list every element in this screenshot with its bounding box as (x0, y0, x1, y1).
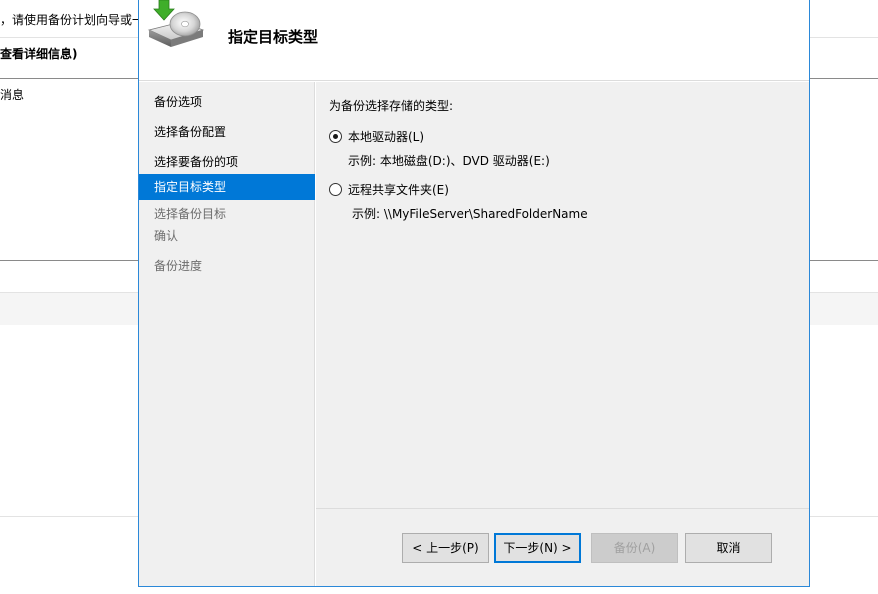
option-local-drive[interactable]: 本地驱动器(L) (329, 128, 424, 144)
next-button[interactable]: 下一步(N) > (494, 533, 581, 563)
local-drive-radio[interactable] (329, 129, 342, 143)
messages-label: 消息 (0, 88, 25, 102)
backup-drive-with-green-arrow-icon (145, 0, 205, 50)
step-backup-progress: 备份进度 (154, 259, 203, 273)
option-remote-shared-folder[interactable]: 远程共享文件夹(E) (329, 181, 449, 197)
wizard-header: 指定目标类型 (139, 0, 809, 81)
local-drive-example: 示例: 本地磁盘(D:)、DVD 驱动器(E:) (348, 154, 550, 168)
wizard-steps-nav: 备份选项 选择备份配置 选择要备份的项 指定目标类型 选择备份目标 确认 备份进… (139, 82, 315, 586)
wizard-footer: < 上一步(P) 下一步(N) > 备份(A) 取消 (316, 508, 809, 586)
remote-shared-folder-label[interactable]: 远程共享文件夹(E) (348, 181, 449, 198)
remote-shared-folder-example: 示例: \\MyFileServer\SharedFolderName (352, 207, 588, 221)
remote-shared-folder-radio[interactable] (329, 182, 342, 196)
step-specify-destination-type[interactable]: 指定目标类型 (139, 174, 315, 200)
details-header: 查看详细信息) (0, 47, 78, 61)
intro-text: ，请使用备份计划向导或一 (0, 13, 145, 27)
wizard-title: 指定目标类型 (228, 28, 319, 46)
local-drive-label[interactable]: 本地驱动器(L) (348, 128, 424, 145)
step-select-backup-config[interactable]: 选择备份配置 (139, 119, 315, 145)
backup-wizard-dialog: 指定目标类型 备份选项 选择备份配置 选择要备份的项 指定目标类型 选择备份目标… (138, 0, 810, 587)
step-select-items[interactable]: 选择要备份的项 (139, 149, 315, 175)
cancel-button[interactable]: 取消 (685, 533, 772, 563)
step-backup-options[interactable]: 备份选项 (139, 89, 315, 115)
wizard-content: 为备份选择存储的类型: 本地驱动器(L) 示例: 本地磁盘(D:)、DVD 驱动… (316, 82, 809, 508)
previous-button[interactable]: < 上一步(P) (402, 533, 489, 563)
backup-button: 备份(A) (591, 533, 678, 563)
step-confirm: 确认 (154, 229, 179, 243)
storage-type-prompt: 为备份选择存储的类型: (329, 99, 454, 113)
